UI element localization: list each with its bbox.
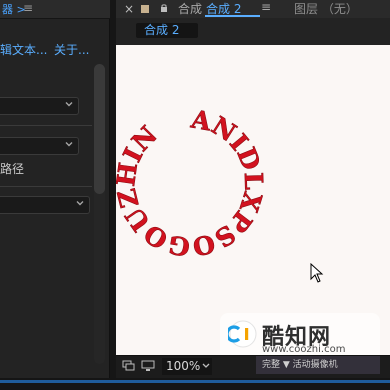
effect-dropdown-1[interactable] — [0, 97, 79, 115]
effect-dropdown-2[interactable] — [0, 137, 79, 155]
about-tab[interactable]: 关于... — [54, 41, 89, 58]
divider — [0, 186, 92, 187]
circle-text: ANIDLXPSOGOUZHIN — [116, 104, 268, 261]
lock-icon[interactable] — [160, 3, 168, 13]
always-preview-icon[interactable] — [122, 360, 136, 372]
watermark-url: www.coozhi.com — [262, 344, 346, 355]
chevron-down-icon — [65, 102, 73, 107]
composition-subtab[interactable]: 合成 2 — [136, 23, 198, 38]
close-icon[interactable]: × — [124, 2, 134, 16]
composition-canvas[interactable]: ANIDLXPSOGOUZHIN 酷知网 www.coozhi.com — [116, 45, 390, 355]
chevron-down-icon — [65, 142, 73, 147]
layer-panel-tab[interactable]: 图层 （无） — [294, 0, 358, 17]
path-dropdown[interactable] — [0, 196, 90, 214]
circle-text-path: ANIDLXPSOGOUZHIN — [116, 104, 269, 262]
mouse-cursor-icon — [310, 263, 324, 283]
composition-color-swatch — [141, 5, 149, 13]
divider — [0, 125, 92, 126]
effects-scrollbar-thumb[interactable] — [94, 64, 105, 194]
composition-panel-title[interactable]: 合成 — [178, 0, 202, 17]
edit-text-tab[interactable]: 辑文本... — [0, 41, 47, 58]
blue-accent-strip — [0, 380, 390, 383]
chevron-down-icon — [76, 201, 84, 206]
composition-subtab-bar: 合成 2 — [116, 18, 390, 43]
footer-status-bar[interactable]: 完整 ▼ 活动摄像机 — [256, 356, 380, 374]
active-tab-underline — [205, 15, 260, 17]
site-watermark: 酷知网 www.coozhi.com — [212, 307, 390, 355]
composition-header: × 合成 合成 2 ≡ 图层 （无） — [116, 0, 390, 19]
effects-panel-header: 器 > ≡ — [0, 0, 110, 19]
effects-panel-menu-icon[interactable]: ≡ — [23, 1, 33, 15]
composition-panel: × 合成 合成 2 ≡ 图层 （无） 合成 2 ANIDLXPSOGOUZHIN — [116, 0, 390, 390]
path-label: 路径 — [0, 162, 25, 176]
composition-footer-toolbar: 100% 完整 ▼ 活动摄像机 — [116, 355, 390, 378]
effects-panel-tabs: 辑文本... 关于... — [0, 41, 110, 61]
effects-panel: 器 > ≡ 辑文本... 关于... 路径 — [0, 0, 110, 390]
composition-menu-icon[interactable]: ≡ — [261, 0, 271, 14]
coozhi-logo-icon — [228, 320, 257, 348]
monitor-icon[interactable] — [141, 360, 155, 372]
after-effects-window: 器 > ≡ 辑文本... 关于... 路径 × 合成 合成 2 ≡ 图层 （无）… — [0, 0, 390, 390]
chevron-down-icon[interactable] — [202, 363, 210, 369]
